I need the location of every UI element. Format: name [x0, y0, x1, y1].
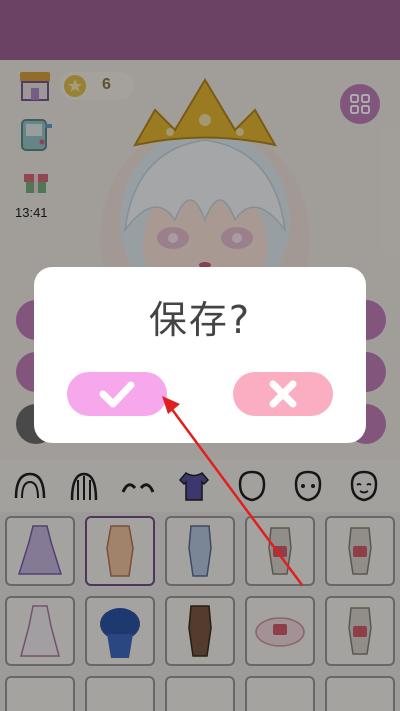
confirm-save-button[interactable]: [67, 372, 167, 416]
dialog-title: 保存?: [148, 298, 252, 342]
close-icon: [269, 380, 297, 408]
save-dialog: 保存?: [34, 267, 366, 443]
cancel-save-button[interactable]: [233, 372, 333, 416]
check-icon: [99, 381, 135, 408]
